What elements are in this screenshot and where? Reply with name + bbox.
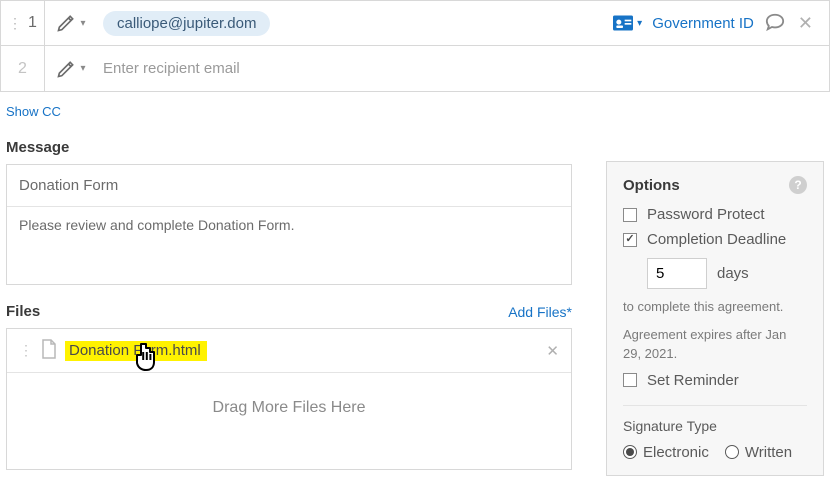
pen-icon xyxy=(56,59,76,79)
days-label: days xyxy=(717,265,749,282)
recipient-row-2: 2 ▾ xyxy=(0,46,830,92)
set-reminder-option[interactable]: Set Reminder xyxy=(623,372,807,389)
remove-recipient-button[interactable]: ✕ xyxy=(796,13,815,34)
recipient-grip-2: 2 xyxy=(1,46,45,91)
message-body-textarea[interactable]: Please review and complete Donation Form… xyxy=(7,207,571,281)
set-reminder-label: Set Reminder xyxy=(647,372,739,389)
file-row[interactable]: ⋮ Donation Form.html ✕ xyxy=(7,329,571,373)
show-cc-link[interactable]: Show CC xyxy=(0,92,67,129)
message-heading: Message xyxy=(6,139,572,156)
auth-type-picker[interactable]: ▾ xyxy=(613,15,642,31)
options-heading: Options xyxy=(623,177,680,194)
recipient-email-chip[interactable]: calliope@jupiter.dom xyxy=(103,11,270,36)
signature-electronic-option[interactable]: Electronic xyxy=(623,444,709,461)
deadline-note-1: to complete this agreement. xyxy=(623,297,807,317)
remove-file-button[interactable]: ✕ xyxy=(546,342,559,360)
private-message-button[interactable] xyxy=(764,12,786,35)
chevron-down-icon: ▾ xyxy=(637,18,642,29)
password-protect-label: Password Protect xyxy=(647,206,765,223)
checkbox-icon xyxy=(623,373,637,387)
recipient-number: 2 xyxy=(18,60,27,78)
drop-zone[interactable]: Drag More Files Here xyxy=(7,373,571,469)
divider xyxy=(623,405,807,406)
recipient-email-input[interactable] xyxy=(97,60,829,77)
radio-icon xyxy=(725,445,739,459)
pen-icon xyxy=(56,13,76,33)
file-name: Donation Form.html xyxy=(65,341,207,361)
signature-written-label: Written xyxy=(745,444,792,461)
recipient-role-picker-1[interactable]: ▾ xyxy=(45,1,97,45)
chevron-down-icon: ▾ xyxy=(80,18,85,29)
signature-electronic-label: Electronic xyxy=(643,444,709,461)
checkbox-checked-icon xyxy=(623,233,637,247)
help-icon[interactable]: ? xyxy=(789,176,807,194)
drag-handle-icon: ⋮ xyxy=(8,16,22,30)
checkbox-icon xyxy=(623,208,637,222)
password-protect-option[interactable]: Password Protect xyxy=(623,206,807,223)
add-files-link[interactable]: Add Files* xyxy=(508,304,572,320)
recipient-row-1: ⋮ 1 ▾ calliope@jupiter.dom ▾ xyxy=(0,0,830,46)
id-card-icon xyxy=(613,15,633,31)
auth-type-label[interactable]: Government ID xyxy=(652,15,754,32)
deadline-days-input[interactable] xyxy=(647,258,707,289)
recipient-number: 1 xyxy=(28,14,37,32)
recipient-role-picker-2[interactable]: ▾ xyxy=(45,46,97,91)
completion-deadline-option[interactable]: Completion Deadline xyxy=(623,231,807,248)
drag-handle-icon: ⋮ xyxy=(19,342,33,359)
deadline-note-2: Agreement expires after Jan 29, 2021. xyxy=(623,325,807,364)
close-icon: ✕ xyxy=(546,343,559,360)
recipient-grip-1[interactable]: ⋮ 1 xyxy=(1,1,45,45)
file-icon xyxy=(41,339,57,362)
chevron-down-icon: ▾ xyxy=(80,63,85,74)
speech-bubble-icon xyxy=(764,12,786,32)
signature-type-heading: Signature Type xyxy=(623,418,807,434)
message-subject-input[interactable] xyxy=(7,165,571,207)
signature-written-option[interactable]: Written xyxy=(725,444,792,461)
completion-deadline-label: Completion Deadline xyxy=(647,231,786,248)
options-panel: Options ? Password Protect Completion De… xyxy=(606,161,824,476)
close-icon: ✕ xyxy=(798,13,813,33)
files-box: ⋮ Donation Form.html ✕ Drag More Files H… xyxy=(6,328,572,470)
files-heading: Files xyxy=(6,303,40,320)
message-box: Please review and complete Donation Form… xyxy=(6,164,572,285)
radio-checked-icon xyxy=(623,445,637,459)
